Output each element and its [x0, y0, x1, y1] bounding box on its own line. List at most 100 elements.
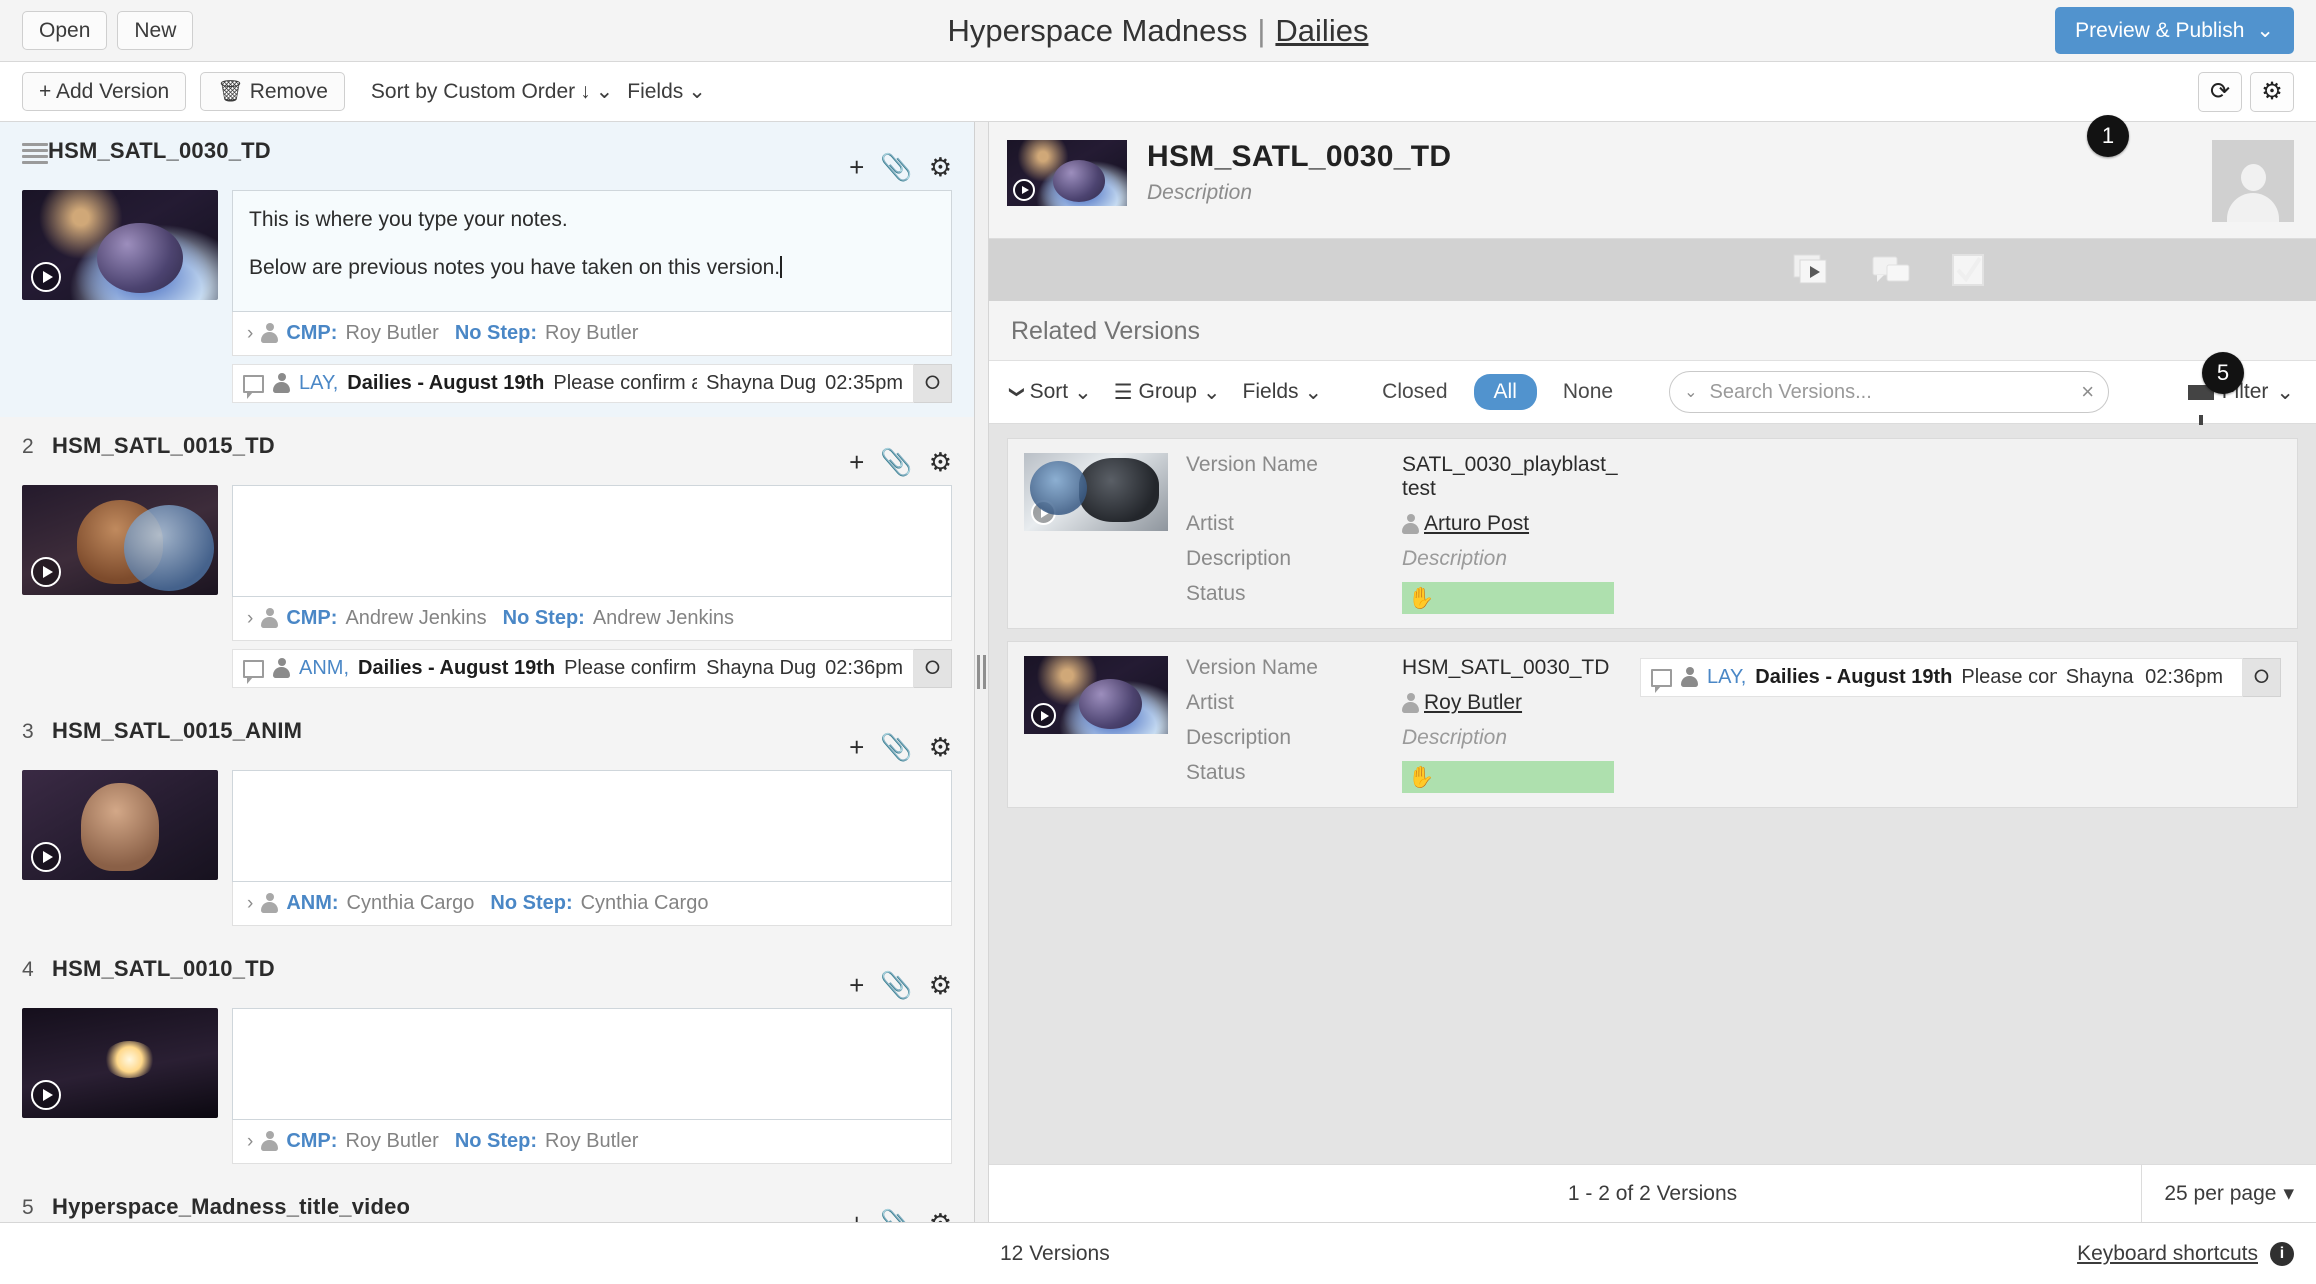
add-icon[interactable]: + [849, 154, 864, 180]
play-icon[interactable] [31, 1080, 61, 1111]
preview-publish-button[interactable]: Preview & Publish ⌄ [2055, 7, 2294, 54]
splitter-handle-icon[interactable] [977, 655, 986, 689]
gear-icon[interactable]: ⚙ [929, 972, 952, 998]
gear-icon[interactable]: ⚙ [929, 449, 952, 475]
version-card-1[interactable]: HSM_SATL_0030_TD + 📎 ⚙ This is where you… [0, 122, 974, 418]
drag-handle-icon[interactable] [22, 138, 48, 167]
credit-row[interactable]: › CMP: Roy Butler No Step: Roy Butler [232, 312, 952, 357]
version-card-5[interactable]: 5 Hyperspace_Madness_title_video + 📎 ⚙ H… [0, 1178, 974, 1222]
sort-dropdown[interactable]: ❯ Sort ⌄ [1008, 380, 1091, 405]
note-tag[interactable]: LAY, [299, 372, 338, 395]
note-action-button[interactable]: ⭘ [2243, 658, 2281, 697]
credit-dept[interactable]: CMP: [286, 607, 337, 630]
notes-tab[interactable] [1869, 249, 1913, 291]
add-icon[interactable]: + [849, 449, 864, 475]
credit-row[interactable]: › CMP: Roy Butler No Step: Roy Butler [232, 1120, 952, 1165]
add-icon[interactable]: + [849, 972, 864, 998]
credit-row[interactable]: › CMP: Andrew Jenkins No Step: Andrew Je… [232, 597, 952, 642]
credit-dept[interactable]: CMP: [286, 1130, 337, 1153]
credit-step[interactable]: No Step: [490, 892, 572, 915]
add-icon[interactable]: + [849, 734, 864, 760]
gear-icon[interactable]: ⚙ [2250, 71, 2294, 112]
credit-row[interactable]: › ANM: Cynthia Cargo No Step: Cynthia Ca… [232, 882, 952, 927]
chevron-right-icon[interactable]: › [247, 893, 253, 915]
credit-step[interactable]: No Step: [503, 607, 585, 630]
credit-dept[interactable]: CMP: [286, 322, 337, 345]
play-icon[interactable] [1013, 179, 1035, 201]
note-strip[interactable]: ANM, Dailies - August 19th Please confir… [232, 649, 914, 689]
version-card-2[interactable]: 2 HSM_SATL_0015_TD + 📎 ⚙ › CMP: Andrew J… [0, 417, 974, 702]
related-version-thumbnail[interactable] [1024, 656, 1168, 734]
paperclip-icon[interactable]: 📎 [880, 154, 912, 180]
play-icon[interactable] [1031, 500, 1056, 525]
open-button[interactable]: Open [22, 10, 108, 51]
related-version-row[interactable]: Version Name SATL_0030_playblast_test Ar… [1007, 438, 2298, 629]
remove-button[interactable]: 🗑 Remove [200, 71, 345, 112]
version-thumbnail[interactable] [22, 485, 218, 596]
play-icon[interactable] [31, 842, 61, 873]
related-version-thumbnail[interactable] [1024, 453, 1168, 531]
gear-icon[interactable]: ⚙ [929, 154, 952, 180]
paperclip-icon[interactable]: 📎 [880, 972, 912, 998]
version-card-4[interactable]: 4 HSM_SATL_0010_TD + 📎 ⚙ › CMP: Roy Butl… [0, 940, 974, 1178]
credit-step[interactable]: No Step: [455, 322, 537, 345]
status-badge[interactable]: ✋ [1402, 761, 1614, 793]
field-value-artist[interactable]: Arturo Post [1402, 512, 1622, 536]
fields-dropdown[interactable]: Fields ⌄ [627, 79, 706, 104]
detail-thumbnail[interactable] [1007, 140, 1127, 206]
dailies-link[interactable]: Dailies [1275, 13, 1368, 48]
related-version-row[interactable]: Version Name HSM_SATL_0030_TD Artist Roy… [1007, 641, 2298, 808]
add-icon[interactable]: + [849, 1210, 864, 1222]
info-icon[interactable]: i [2270, 1241, 2294, 1266]
close-icon[interactable]: × [2081, 379, 2094, 405]
play-icon[interactable] [31, 262, 61, 292]
new-button[interactable]: New [117, 10, 194, 51]
paperclip-icon[interactable]: 📎 [880, 734, 912, 760]
search-versions-box[interactable]: ⌄ × [1669, 371, 2110, 413]
note-tag[interactable]: ANM, [299, 657, 349, 680]
chevron-right-icon[interactable]: › [247, 608, 253, 630]
search-input[interactable] [1709, 380, 2070, 404]
field-value-artist[interactable]: Roy Butler [1402, 691, 1622, 715]
note-strip[interactable]: LAY, Dailies - August 19th Please confir… [232, 364, 914, 404]
fields-dropdown[interactable]: Fields ⌄ [1243, 380, 1323, 405]
add-version-button[interactable]: + Add Version [22, 71, 187, 112]
note-input[interactable]: This is where you type your notes. Below… [232, 190, 952, 313]
gear-icon[interactable]: ⚙ [929, 734, 952, 760]
paperclip-icon[interactable]: 📎 [880, 449, 912, 475]
filter-dropdown[interactable]: Filter ⌄ 5 [2187, 351, 2294, 425]
versions-scroll-area[interactable]: HSM_SATL_0030_TD + 📎 ⚙ This is where you… [0, 122, 974, 1222]
status-badge[interactable]: ✋ [1402, 582, 1614, 614]
avatar[interactable] [2212, 140, 2294, 222]
note-input[interactable] [232, 770, 952, 883]
note-tag[interactable]: LAY, [1707, 666, 1746, 689]
group-dropdown[interactable]: ☰ Group ⌄ [1114, 380, 1221, 405]
version-card-3[interactable]: 3 HSM_SATL_0015_ANIM + 📎 ⚙ › ANM: Cynthi… [0, 702, 974, 940]
version-thumbnail[interactable] [22, 190, 218, 300]
chevron-right-icon[interactable]: › [247, 1131, 253, 1153]
versions-tab[interactable] [1791, 249, 1835, 291]
paperclip-icon[interactable]: 📎 [880, 1210, 912, 1222]
gear-icon[interactable]: ⚙ [929, 1210, 952, 1222]
tasks-tab[interactable] [1947, 249, 1991, 291]
play-icon[interactable] [1031, 703, 1056, 728]
segment-none[interactable]: None [1551, 374, 1625, 410]
note-input[interactable] [232, 1008, 952, 1121]
version-thumbnail[interactable] [22, 1008, 218, 1119]
chevron-down-icon[interactable]: ⌄ [1684, 382, 1697, 402]
play-icon[interactable] [31, 557, 61, 588]
sort-by-custom-order-dropdown[interactable]: Sort by Custom Order ↓ ⌄ [371, 79, 613, 104]
version-thumbnail[interactable] [22, 770, 218, 881]
versions-list-panel[interactable]: HSM_SATL_0030_TD + 📎 ⚙ This is where you… [0, 122, 975, 1222]
segment-closed[interactable]: Closed [1370, 374, 1459, 410]
panel-splitter[interactable] [975, 122, 989, 1222]
note-action-button[interactable]: ⭘ [914, 649, 952, 689]
note-action-button[interactable]: ⭘ [914, 364, 952, 404]
refresh-icon[interactable]: ⟳ [2198, 71, 2242, 112]
keyboard-shortcuts-link[interactable]: Keyboard shortcuts [2077, 1242, 2258, 1266]
chevron-right-icon[interactable]: › [247, 323, 253, 345]
note-input[interactable] [232, 485, 952, 598]
note-strip[interactable]: LAY, Dailies - August 19th Please confir… [1640, 658, 2243, 697]
credit-step[interactable]: No Step: [455, 1130, 537, 1153]
related-versions-list[interactable]: Version Name SATL_0030_playblast_test Ar… [989, 424, 2316, 1164]
